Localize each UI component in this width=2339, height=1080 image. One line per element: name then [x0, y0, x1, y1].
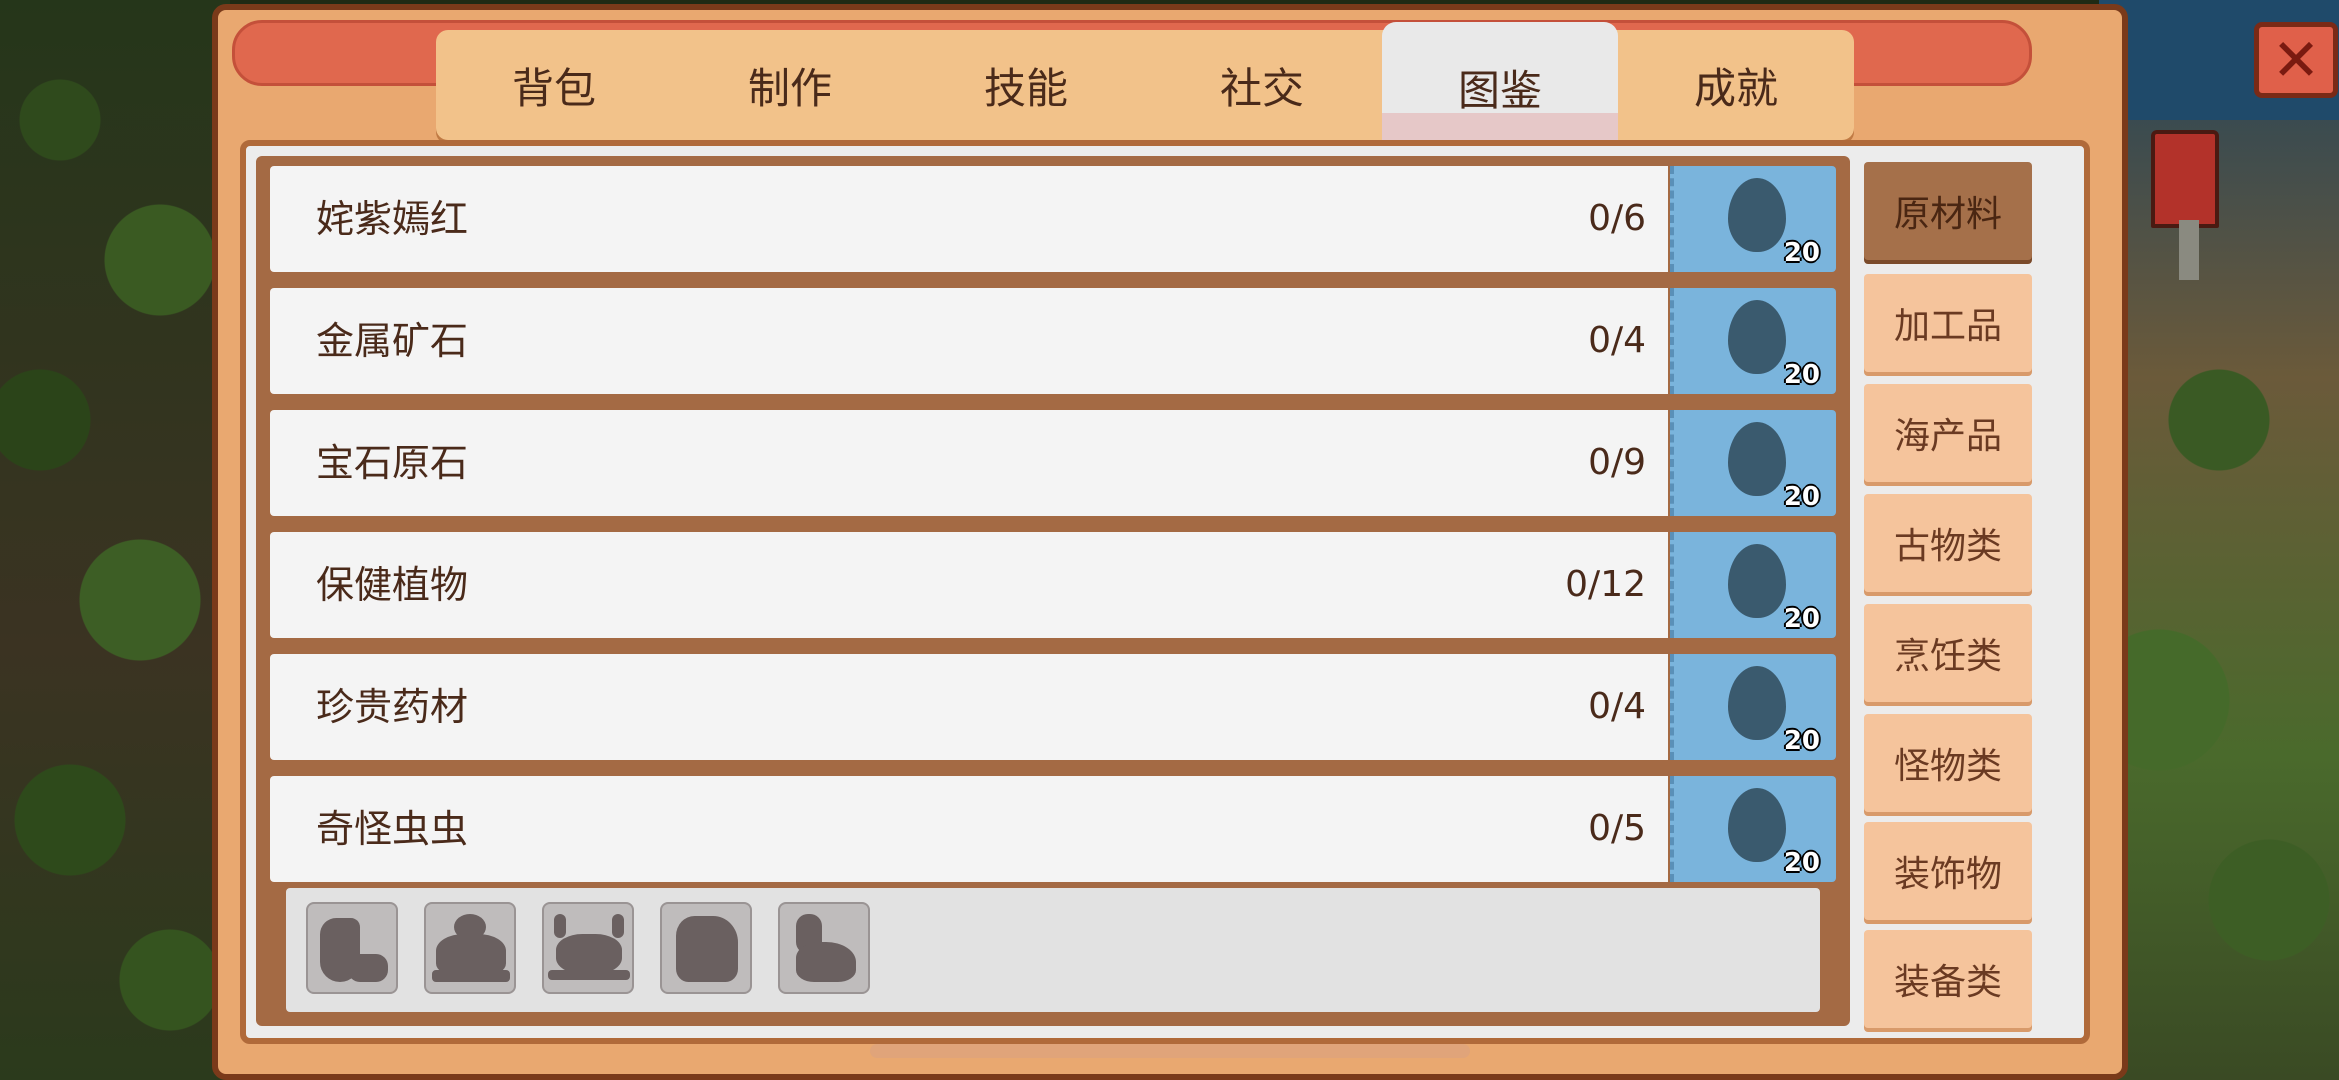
bug-silhouette-icon[interactable]: [660, 902, 752, 994]
row-label: 姹紫嫣红: [316, 197, 469, 241]
collection-items-tray: [286, 888, 1820, 1012]
reward-box: 20: [1670, 776, 1836, 882]
row-count: 0/4: [1588, 320, 1646, 361]
row-body: 奇怪虫虫 0/5: [270, 776, 1668, 882]
tab-social[interactable]: 社交: [1144, 30, 1380, 140]
reward-count: 20: [1783, 360, 1820, 390]
row-label: 保健植物: [316, 563, 469, 607]
reward-box: 20: [1670, 410, 1836, 516]
unknown-item-icon: [1728, 300, 1786, 374]
farm-scenery: [2099, 0, 2339, 1080]
collection-row[interactable]: 姹紫嫣红 0/6 20: [270, 166, 1836, 272]
unknown-item-icon: [1728, 666, 1786, 740]
category-decorations[interactable]: 装饰物: [1864, 822, 2032, 920]
reward-count: 20: [1783, 848, 1820, 878]
collection-row[interactable]: 金属矿石 0/4 20: [270, 288, 1836, 394]
row-label: 珍贵药材: [316, 685, 469, 729]
row-count: 0/9: [1588, 442, 1646, 483]
close-button[interactable]: ✕: [2254, 22, 2338, 98]
beetle-silhouette-icon[interactable]: [424, 902, 516, 994]
crab-silhouette-icon[interactable]: [542, 902, 634, 994]
category-seafood[interactable]: 海产品: [1864, 384, 2032, 482]
unknown-item-icon: [1728, 178, 1786, 252]
reward-count: 20: [1783, 604, 1820, 634]
unknown-item-icon: [1728, 788, 1786, 862]
row-label: 金属矿石: [316, 319, 469, 363]
reward-box: 20: [1670, 532, 1836, 638]
tab-backpack[interactable]: 背包: [436, 30, 672, 140]
collection-row[interactable]: 保健植物 0/12 20: [270, 532, 1836, 638]
row-count: 0/6: [1588, 198, 1646, 239]
snail-silhouette-icon[interactable]: [778, 902, 870, 994]
tab-collections[interactable]: 图鉴: [1382, 22, 1618, 152]
tab-crafting[interactable]: 制作: [672, 30, 908, 140]
category-monsters[interactable]: 怪物类: [1864, 714, 2032, 812]
reward-count: 20: [1783, 238, 1820, 268]
mailbox-icon: [2151, 130, 2219, 228]
reward-box: 20: [1670, 166, 1836, 272]
row-body: 宝石原石 0/9: [270, 410, 1668, 516]
forest-scenery: [0, 0, 230, 1080]
category-artifacts[interactable]: 古物类: [1864, 494, 2032, 592]
close-icon: ✕: [2271, 26, 2321, 94]
collection-row[interactable]: 珍贵药材 0/4 20: [270, 654, 1836, 760]
collection-row[interactable]: 宝石原石 0/9 20: [270, 410, 1836, 516]
tab-skills[interactable]: 技能: [908, 30, 1144, 140]
reward-box: 20: [1670, 288, 1836, 394]
row-count: 0/4: [1588, 686, 1646, 727]
row-count: 0/5: [1588, 808, 1646, 849]
row-label: 奇怪虫虫: [316, 807, 469, 851]
row-body: 姹紫嫣红 0/6: [270, 166, 1668, 272]
collection-row[interactable]: 奇怪虫虫 0/5 20: [270, 776, 1836, 882]
reward-box: 20: [1670, 654, 1836, 760]
row-body: 珍贵药材 0/4: [270, 654, 1668, 760]
category-cooking[interactable]: 烹饪类: [1864, 604, 2032, 702]
tab-bar: 背包 制作 技能 社交 图鉴 成就: [436, 22, 1854, 152]
row-body: 保健植物 0/12: [270, 532, 1668, 638]
category-equipment[interactable]: 装备类: [1864, 930, 2032, 1028]
row-label: 宝石原石: [316, 441, 469, 485]
grub-silhouette-icon[interactable]: [306, 902, 398, 994]
panel-bottom-handle: [870, 1044, 1470, 1058]
reward-count: 20: [1783, 482, 1820, 512]
row-body: 金属矿石 0/4: [270, 288, 1668, 394]
unknown-item-icon: [1728, 544, 1786, 618]
category-processed[interactable]: 加工品: [1864, 274, 2032, 372]
tab-achievements[interactable]: 成就: [1618, 30, 1854, 140]
unknown-item-icon: [1728, 422, 1786, 496]
row-count: 0/12: [1565, 564, 1646, 605]
reward-count: 20: [1783, 726, 1820, 756]
mailbox-post: [2179, 220, 2199, 280]
category-raw-materials[interactable]: 原材料: [1864, 162, 2032, 260]
